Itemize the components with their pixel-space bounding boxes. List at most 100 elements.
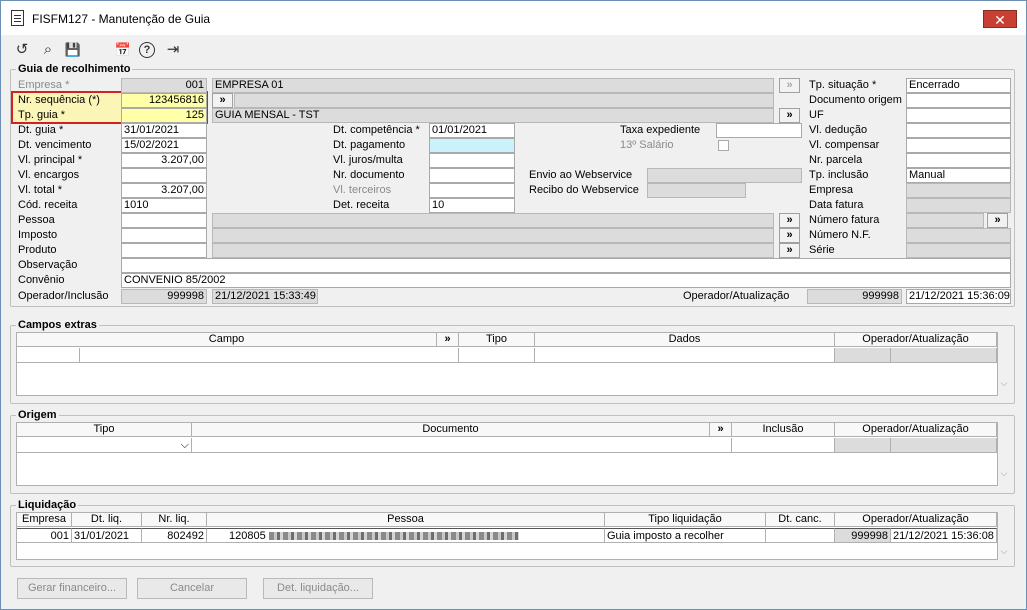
empresa-name-field: EMPRESA 01: [212, 78, 774, 93]
tpguia-field[interactable]: 125: [121, 108, 207, 123]
search-icon[interactable]: ⌕: [39, 41, 57, 59]
vljuros-label: Vl. juros/multa: [333, 154, 403, 166]
tpinc-label: Tp. inclusão: [809, 169, 869, 181]
salario-checkbox[interactable]: [718, 140, 729, 151]
det-liquidacao-button[interactable]: Det. liquidação...: [263, 578, 373, 599]
vlded-field[interactable]: [906, 123, 1011, 138]
conv-field[interactable]: CONVENIO 85/2002: [121, 273, 1011, 288]
dados-cell[interactable]: [535, 348, 835, 363]
dtvenc-field[interactable]: 15/02/2021: [121, 138, 207, 153]
codrec-label: Cód. receita: [18, 199, 78, 211]
opinc-label: Operador/Inclusão: [18, 290, 109, 302]
tpsit-field[interactable]: Encerrado: [906, 78, 1011, 93]
nrseq-field[interactable]: 123456816: [121, 93, 207, 108]
main-window: FISFM127 - Manutenção de Guia ✕ ↺ ⌕ 💾 📅 …: [0, 0, 1027, 610]
recibo-field: [647, 183, 746, 198]
gerar-financeiro-button[interactable]: Gerar financeiro...: [17, 578, 127, 599]
nrseq-desc-field: [234, 93, 774, 108]
origem-scroll-down-icon[interactable]: ⌵: [999, 468, 1009, 479]
tipo-cell[interactable]: [459, 348, 535, 363]
taxa-label: Taxa expediente: [620, 124, 701, 136]
calendar-icon[interactable]: 📅: [114, 41, 132, 59]
codrec-field[interactable]: 1010: [121, 198, 207, 213]
title-bar: FISFM127 - Manutenção de Guia ✕: [1, 1, 1026, 35]
campos-scroll-down-icon[interactable]: ⌵: [999, 378, 1009, 389]
campo-more-button[interactable]: »: [437, 333, 459, 347]
docorig-label: Documento origem: [809, 94, 902, 106]
pessoa-field[interactable]: [121, 213, 207, 228]
origem-tipo-dropdown[interactable]: ⌵: [17, 438, 192, 453]
nrfat-field: [906, 213, 984, 228]
vlcomp-field[interactable]: [906, 138, 1011, 153]
docorig-field[interactable]: [906, 93, 1011, 108]
empresa2-label: Empresa: [809, 184, 854, 196]
imposto-label: Imposto: [18, 229, 58, 241]
liq-pessoa-cell[interactable]: 120805: [207, 528, 605, 543]
liq-pessoa-header: Pessoa: [207, 513, 605, 527]
empresa-code-field[interactable]: 001: [121, 78, 207, 93]
origem-doc-cell[interactable]: [192, 438, 732, 453]
taxa-field[interactable]: [716, 123, 802, 138]
nrdoc-field[interactable]: [429, 168, 515, 183]
imposto-more-button[interactable]: »: [779, 228, 800, 243]
nrfat-label: Número fatura: [809, 214, 880, 226]
nrparc-field[interactable]: [906, 153, 1011, 168]
vljuros-field[interactable]: [429, 153, 515, 168]
opinc-code-field: 999998: [121, 289, 207, 304]
save-icon[interactable]: 💾: [64, 41, 82, 59]
empresa-more-button[interactable]: »: [779, 78, 800, 93]
liq-pessoa-code: 120805: [229, 530, 266, 542]
origem-tipo-header: Tipo: [17, 423, 192, 437]
help-icon[interactable]: ?: [139, 42, 155, 58]
vlterc-field[interactable]: [429, 183, 515, 198]
liq-nrliq-cell[interactable]: 802492: [142, 528, 207, 543]
origem-grid: Tipo Documento » Inclusão Operador/Atual…: [16, 422, 998, 486]
dtguia-field[interactable]: 31/01/2021: [121, 123, 207, 138]
vltotal-field[interactable]: 3.207,00: [121, 183, 207, 198]
uf-field[interactable]: [906, 108, 1011, 123]
liq-tipo-cell[interactable]: Guia imposto a recolher: [605, 528, 766, 543]
produto-name-field: [212, 243, 774, 258]
liq-scroll-down-icon[interactable]: ⌵: [999, 546, 1009, 557]
dtguia-label: Dt. guia *: [18, 124, 64, 136]
origem-group-title: Origem: [16, 409, 59, 421]
tipo-header: Tipo: [459, 333, 535, 347]
serie-label: Série: [809, 244, 835, 256]
nrnf-label: Número N.F.: [809, 229, 871, 241]
vlenc-field[interactable]: [121, 168, 207, 183]
liq-dtliq-cell[interactable]: 31/01/2021: [72, 528, 142, 543]
cancelar-button[interactable]: Cancelar: [137, 578, 247, 599]
liq-dtcanc-cell[interactable]: [766, 528, 835, 543]
nrseq-more-button[interactable]: »: [212, 93, 233, 108]
nrfat-more-button[interactable]: »: [987, 213, 1008, 228]
pessoa-more-button[interactable]: »: [779, 213, 800, 228]
dtcomp-label: Dt. competência *: [333, 124, 420, 136]
tpguia-more-button[interactable]: »: [779, 108, 800, 123]
exit-icon[interactable]: ⇥: [164, 41, 182, 59]
obs-field[interactable]: [121, 258, 1011, 273]
nrparc-label: Nr. parcela: [809, 154, 863, 166]
origem-inc-cell[interactable]: [732, 438, 835, 453]
origem-op-date-cell: [891, 438, 997, 453]
nrdoc-label: Nr. documento: [333, 169, 405, 181]
produto-more-button[interactable]: »: [779, 243, 800, 258]
origem-more-button[interactable]: »: [710, 423, 732, 437]
liq-empresa-cell[interactable]: 001: [17, 528, 72, 543]
salario-label: 13º Salário: [620, 139, 674, 151]
campos-group-title: Campos extras: [16, 319, 99, 331]
produto-field[interactable]: [121, 243, 207, 258]
close-button[interactable]: ✕: [983, 10, 1017, 28]
liq-op-header: Operador/Atualização: [835, 513, 997, 527]
campo-cell[interactable]: [17, 348, 80, 363]
undo-icon[interactable]: ↺: [13, 41, 31, 59]
campo-desc-cell[interactable]: [80, 348, 459, 363]
dtcomp-field[interactable]: 01/01/2021: [429, 123, 515, 138]
detrec-field[interactable]: 10: [429, 198, 515, 213]
vlprinc-field[interactable]: 3.207,00: [121, 153, 207, 168]
dtpag-field[interactable]: [429, 138, 515, 153]
chevron-down-icon[interactable]: ⌵: [181, 439, 189, 451]
imposto-field[interactable]: [121, 228, 207, 243]
tpguia-name-field: GUIA MENSAL - TST: [212, 108, 774, 123]
envio-field: [647, 168, 802, 183]
tpinc-field[interactable]: Manual: [906, 168, 1011, 183]
